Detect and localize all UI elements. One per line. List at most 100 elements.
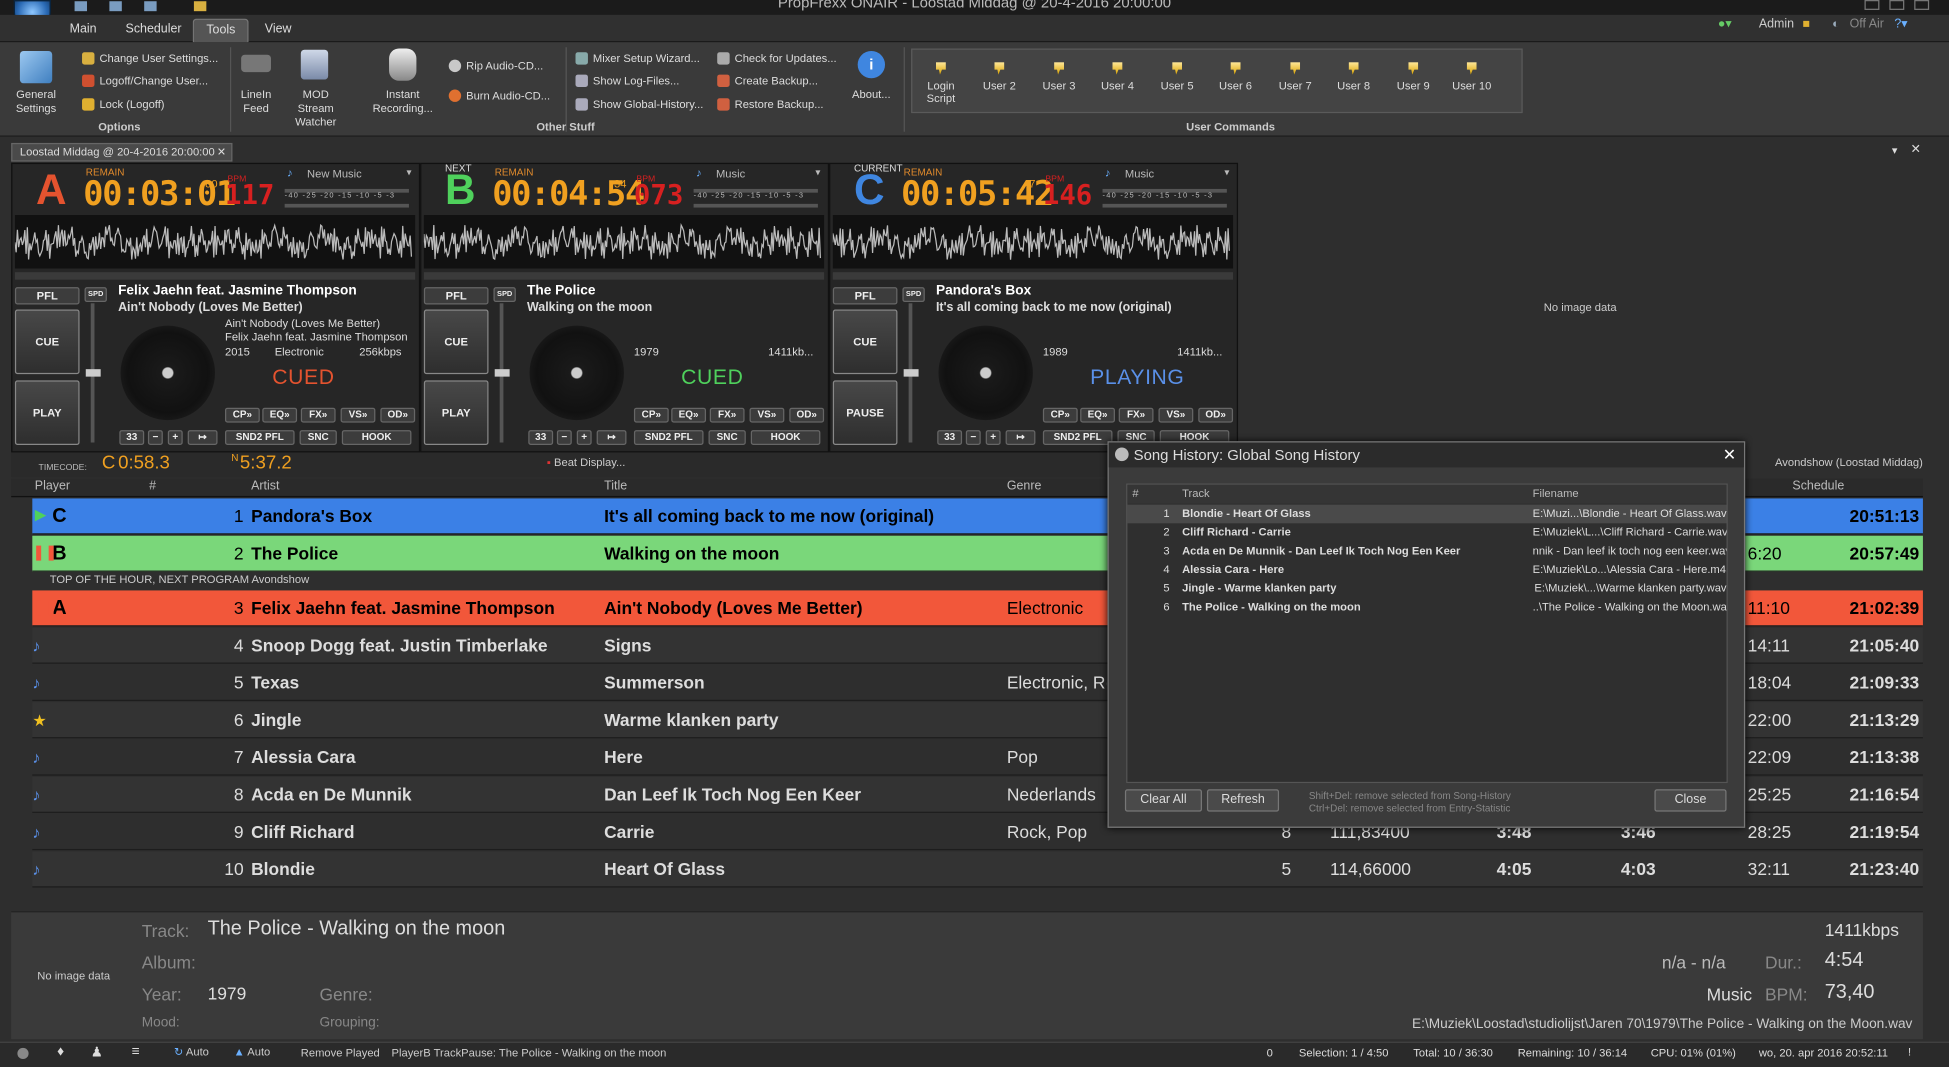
document-tab[interactable]: Loostad Middag @ 20-4-2016 20:00:00 ✕ — [11, 142, 233, 162]
history-row[interactable]: 3 Acda en De Munnik - Dan Leef Ik Toch No… — [1127, 542, 1726, 561]
fx-button[interactable]: FX» — [300, 407, 336, 423]
vinyl-disc-icon[interactable] — [938, 325, 1033, 421]
tab-tools[interactable]: Tools — [192, 18, 250, 43]
vinyl-disc-icon[interactable] — [529, 325, 624, 421]
col-artist[interactable]: Artist — [251, 480, 279, 494]
fx-button[interactable]: FX» — [1118, 407, 1154, 423]
user-8-button[interactable]: User 8 — [1326, 62, 1381, 92]
fx-button[interactable]: VS» — [749, 407, 785, 423]
spd-button[interactable]: SPD — [493, 287, 516, 303]
onair-status[interactable]: Off Air — [1850, 17, 1884, 31]
snc-button[interactable]: SNC — [299, 430, 337, 445]
user-9-button[interactable]: User 9 — [1386, 62, 1441, 92]
maximize-button[interactable] — [1889, 0, 1905, 10]
fx-button[interactable]: EQ» — [1080, 407, 1115, 423]
logoff-item[interactable]: Logoff/Change User... — [82, 74, 208, 88]
col-title[interactable]: Title — [604, 480, 627, 494]
tab-main[interactable]: Main — [57, 19, 109, 43]
user-icon[interactable]: ●▾ — [1718, 17, 1732, 31]
chevron-down-icon[interactable]: ▾ — [1224, 167, 1229, 178]
tab-view[interactable]: View — [252, 19, 304, 43]
col-schedule[interactable]: Schedule — [1792, 480, 1844, 494]
clear-all-button[interactable]: Clear All — [1124, 789, 1202, 812]
col-num[interactable]: # — [1132, 485, 1138, 504]
tab-scheduler[interactable]: Scheduler — [113, 19, 194, 43]
skip-button[interactable]: ↦ — [596, 430, 627, 445]
skip-button[interactable]: ↦ — [187, 430, 218, 445]
col-track[interactable]: Track — [1182, 485, 1210, 504]
play-button[interactable]: PAUSE — [832, 380, 898, 445]
cue-button[interactable]: CUE — [832, 309, 898, 375]
history-list[interactable]: # Track Filename 1 Blondie - Heart Of Gla… — [1126, 483, 1728, 784]
user-3-button[interactable]: User 3 — [1032, 62, 1087, 92]
col-genre[interactable]: Genre — [1007, 480, 1042, 494]
waveform-scrollbar[interactable] — [423, 272, 825, 280]
change-user-settings-item[interactable]: Change User Settings... — [82, 52, 218, 65]
show-log-item[interactable]: Show Log-Files... — [575, 74, 679, 88]
category-label[interactable]: Music — [1125, 168, 1154, 180]
fx-button[interactable]: OD» — [1198, 407, 1234, 423]
remove-played-toggle[interactable]: Remove Played — [301, 1047, 380, 1059]
plus-button[interactable]: + — [985, 430, 1001, 445]
playlist-row[interactable]: ♪ 10 Blondie Heart Of Glass 5 114,66000 4:05 4:… — [32, 851, 1923, 888]
history-row[interactable]: 1 Blondie - Heart Of Glass E:\Muzi...\Blon… — [1127, 504, 1727, 524]
burn-cd-item[interactable]: Burn Audio-CD... — [448, 89, 550, 102]
auto-toggle[interactable]: ↻ Auto — [174, 1045, 209, 1059]
qat-icon[interactable] — [109, 1, 122, 12]
mod-stream-watcher-button[interactable]: MOD Stream Watcher — [283, 88, 348, 129]
plus-button[interactable]: + — [167, 430, 183, 445]
lock-item[interactable]: Lock (Logoff) — [82, 98, 165, 111]
instant-recording-button[interactable]: Instant Recording... — [368, 88, 438, 115]
user-7-button[interactable]: User 7 — [1268, 62, 1323, 92]
fx-button[interactable]: VS» — [1158, 407, 1194, 423]
person-icon[interactable]: ♟ — [91, 1044, 103, 1060]
minus-button[interactable]: − — [965, 430, 981, 445]
number-button[interactable]: 33 — [528, 430, 554, 445]
close-window-button[interactable] — [1914, 0, 1930, 10]
pfl-button[interactable]: PFL — [14, 287, 80, 305]
beat-display-button[interactable]: ▪ Beat Display... — [547, 456, 625, 468]
number-button[interactable]: 33 — [937, 430, 963, 445]
fx-button[interactable]: OD» — [380, 407, 416, 423]
about-button[interactable]: About... — [845, 88, 897, 102]
onair-icon[interactable]: ◐ — [1832, 17, 1840, 31]
history-row[interactable]: 2 Cliff Richard - Carrie E:\Muziek\L...\Cl… — [1127, 523, 1726, 542]
list-icon[interactable]: ≡ — [132, 1044, 140, 1059]
close-icon[interactable]: ✕ — [1910, 143, 1920, 157]
rip-cd-item[interactable]: Rip Audio-CD... — [448, 59, 543, 73]
snd2-pfl-button[interactable]: SND2 PFL — [633, 430, 704, 445]
minus-button[interactable]: − — [556, 430, 572, 445]
col-num[interactable]: # — [149, 480, 156, 494]
bulb-icon[interactable]: ♦ — [57, 1044, 64, 1059]
spd-button[interactable]: SPD — [902, 287, 925, 303]
vinyl-disc-icon[interactable] — [120, 325, 216, 421]
user-6-button[interactable]: User 6 — [1208, 62, 1263, 92]
spd-button[interactable]: SPD — [84, 287, 107, 303]
user-10-button[interactable]: User 10 — [1444, 62, 1499, 92]
auto-toggle-2[interactable]: ▲ Auto — [234, 1045, 271, 1057]
pfl-button[interactable]: PFL — [423, 287, 489, 305]
user-4-button[interactable]: User 4 — [1090, 62, 1145, 92]
col-filename[interactable]: Filename — [1533, 485, 1579, 504]
category-label[interactable]: Music — [716, 168, 745, 180]
fx-button[interactable]: EQ» — [262, 407, 298, 423]
fx-button[interactable]: VS» — [340, 407, 376, 423]
hook-button[interactable]: HOOK — [341, 430, 412, 445]
history-row[interactable]: 5 Jingle - Warme klanken party E:\Muziek\.… — [1127, 579, 1726, 598]
fx-button[interactable]: OD» — [789, 407, 825, 423]
create-backup-item[interactable]: Create Backup... — [717, 74, 818, 88]
number-button[interactable]: 33 — [119, 430, 145, 445]
cue-button[interactable]: CUE — [423, 309, 489, 375]
close-icon[interactable]: ✕ — [217, 144, 226, 160]
fx-button[interactable]: CP» — [224, 407, 260, 423]
mixer-wizard-item[interactable]: Mixer Setup Wizard... — [575, 52, 700, 65]
linein-feed-button[interactable]: LineIn Feed — [234, 88, 279, 115]
alert-icon[interactable]: ! — [1908, 1045, 1911, 1057]
chevron-down-icon[interactable]: ▾ — [1892, 144, 1898, 158]
snd2-pfl-button[interactable]: SND2 PFL — [224, 430, 295, 445]
pfl-button[interactable]: PFL — [832, 287, 898, 305]
minimize-button[interactable] — [1864, 0, 1880, 10]
waveform-scrollbar[interactable] — [14, 272, 416, 280]
restore-backup-item[interactable]: Restore Backup... — [717, 98, 824, 111]
history-row[interactable]: 4 Alessia Cara - Here E:\Muziek\Lo...\Ales… — [1127, 561, 1726, 580]
